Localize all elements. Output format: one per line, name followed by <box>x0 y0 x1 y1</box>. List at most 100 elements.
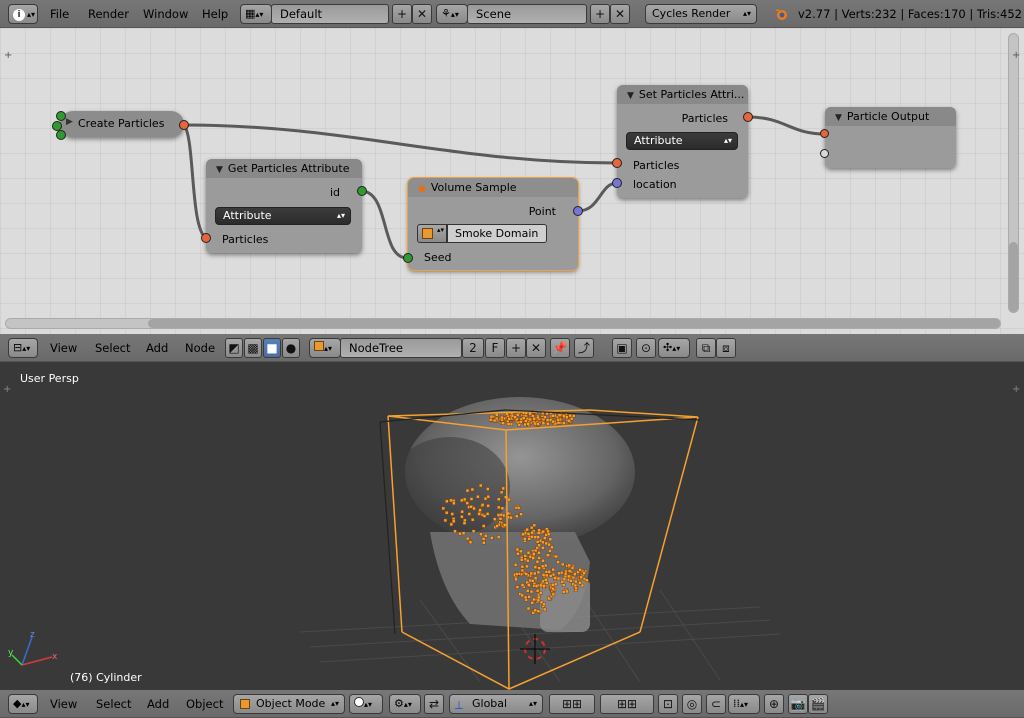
viewport-shading-select[interactable]: ▴▾ <box>349 694 383 714</box>
menu-file[interactable]: File <box>50 7 69 21</box>
collapse-arrow-icon[interactable]: ● <box>418 180 426 197</box>
particle <box>536 422 540 426</box>
node-particle-output[interactable]: ▼ Particle Output <box>825 107 956 168</box>
snap-magnet-icon[interactable]: ⊂ <box>706 694 726 714</box>
socket-empty-input[interactable] <box>820 149 829 158</box>
menu-add[interactable]: Add <box>147 697 169 711</box>
socket-particles-output[interactable] <box>743 112 753 122</box>
node-set-particles-attribute[interactable]: ▼ Set Particles Attri... Particles Attrib… <box>617 85 748 198</box>
menu-render[interactable]: Render <box>88 7 129 21</box>
scene-browse-button[interactable]: ⚘▴▾ <box>436 4 468 24</box>
object-field[interactable]: Smoke Domain <box>447 224 547 243</box>
snap-target-icon[interactable]: ⊕ <box>764 694 784 714</box>
lock-camera-icon[interactable]: ⊡ <box>658 694 678 714</box>
node-tree-name-field[interactable]: NodeTree <box>340 338 462 358</box>
shader-tree-icon[interactable]: ◩ <box>225 338 243 358</box>
area-split-plus-icon[interactable]: + <box>4 50 12 61</box>
editor-type-node-button[interactable]: ⊟▴▾ <box>8 338 38 358</box>
pivot-icon: ⚙ <box>394 697 404 710</box>
fake-user-toggle[interactable]: F <box>485 338 505 358</box>
area-split-plus-icon[interactable]: + <box>1012 50 1020 61</box>
node-editor-canvas[interactable]: ▶ Create Particles ▼ Get Particles Attrib… <box>0 28 1024 334</box>
attribute-select[interactable]: Attribute ▴▾ <box>626 132 738 150</box>
particle <box>541 529 545 534</box>
particle <box>496 513 501 517</box>
socket-seed-input[interactable] <box>403 253 413 263</box>
render-image-icon[interactable]: 📷 <box>788 694 808 714</box>
collapse-arrow-icon[interactable]: ▼ <box>216 161 223 178</box>
socket-particles-input[interactable] <box>820 129 829 138</box>
node-create-particles[interactable]: ▶ Create Particles <box>60 111 184 137</box>
layers-row-1[interactable]: ⊞⊞ <box>549 694 595 714</box>
socket-input[interactable] <box>56 130 66 140</box>
render-animation-icon[interactable]: 🎬 <box>808 694 828 714</box>
collapse-arrow-icon[interactable]: ▼ <box>835 109 842 126</box>
socket-location-input[interactable] <box>612 178 622 188</box>
menu-object[interactable]: Object <box>186 697 223 711</box>
world-tree-icon[interactable]: ● <box>282 338 300 358</box>
mode-select[interactable]: Object Mode ▴▾ <box>233 694 345 714</box>
particle <box>570 566 575 570</box>
remove-screen-close-icon[interactable]: ✕ <box>412 4 432 24</box>
screen-layout-browse-button[interactable]: ▦▴▾ <box>240 4 272 24</box>
transform-orientation-select[interactable]: ⟂ Global ▴▾ <box>449 694 543 714</box>
vertical-scrollbar-thumb[interactable] <box>1009 242 1018 312</box>
collapse-arrow-icon[interactable]: ▶ <box>66 117 73 127</box>
socket-particles-input[interactable] <box>201 233 211 243</box>
node-tree-browse-button[interactable]: ▴▾ <box>309 338 341 358</box>
menu-view[interactable]: View <box>50 697 77 711</box>
snap-toggle-icon[interactable]: ⊙ <box>636 338 656 358</box>
screen-layout-field[interactable]: Default <box>271 4 389 24</box>
particle <box>514 577 518 582</box>
node-volume-sample[interactable]: ● Volume Sample Point ▴▾ Smoke Domain See… <box>407 177 579 271</box>
menu-view[interactable]: View <box>50 341 77 355</box>
menu-window[interactable]: Window <box>143 7 188 21</box>
menu-add[interactable]: Add <box>146 341 168 355</box>
horizontal-scrollbar-track[interactable] <box>5 318 1001 329</box>
particle <box>513 563 518 567</box>
particle <box>532 523 537 528</box>
socket-particles-input[interactable] <box>612 158 622 168</box>
render-engine-select[interactable]: Cycles Render ▴▾ <box>645 4 757 24</box>
scene-field[interactable]: Scene <box>467 4 587 24</box>
vertical-scrollbar-track[interactable] <box>1008 33 1019 313</box>
menu-select[interactable]: Select <box>95 341 130 355</box>
snap-mode-select[interactable]: ✣▴▾ <box>658 338 690 358</box>
socket-particles-output[interactable] <box>179 120 189 130</box>
horizontal-scrollbar-thumb[interactable] <box>148 319 1000 328</box>
socket-input[interactable] <box>56 111 66 121</box>
area-split-plus-icon[interactable]: + <box>1012 384 1020 395</box>
texture-tree-icon[interactable]: ▩ <box>244 338 262 358</box>
menu-help[interactable]: Help <box>202 7 228 21</box>
new-node-tree-plus-icon[interactable]: + <box>506 338 526 358</box>
pivot-point-select[interactable]: ⚙▴▾ <box>389 694 421 714</box>
parent-tree-icon[interactable]: ⤴ <box>574 338 594 358</box>
layers-row-2[interactable]: ⊞⊞ <box>600 694 654 714</box>
remove-scene-close-icon[interactable]: ✕ <box>610 4 630 24</box>
attribute-select[interactable]: Attribute ▴▾ <box>215 207 351 225</box>
pin-icon[interactable]: 📌 <box>550 338 570 358</box>
particle <box>578 568 582 572</box>
object-browse-button[interactable]: ▴▾ <box>417 224 447 243</box>
users-count[interactable]: 2 <box>462 338 484 358</box>
collapse-arrow-icon[interactable]: ▼ <box>627 87 634 104</box>
unlink-close-icon[interactable]: ✕ <box>526 338 546 358</box>
3d-viewport[interactable]: z x y User Persp (76) Cylinder + + <box>0 362 1024 690</box>
editor-type-3d-button[interactable]: ◆▴▾ <box>8 694 38 714</box>
copy-nodes-icon[interactable]: ⧉ <box>696 338 716 358</box>
snap-element-select[interactable]: ⁞⁞▴▾ <box>728 694 760 714</box>
add-screen-plus-icon[interactable]: + <box>392 4 412 24</box>
backdrop-icon[interactable]: ▣ <box>612 338 632 358</box>
area-split-plus-icon[interactable]: + <box>3 384 11 395</box>
add-scene-plus-icon[interactable]: + <box>590 4 610 24</box>
editor-type-info-button[interactable]: i ▴▾ <box>8 4 38 24</box>
object-tree-icon[interactable]: ■ <box>263 338 281 358</box>
socket-point-output[interactable] <box>573 206 583 216</box>
paste-nodes-icon[interactable]: ⧈ <box>716 338 736 358</box>
socket-id-output[interactable] <box>357 186 367 196</box>
manipulator-toggle-icon[interactable]: ⇄ <box>424 694 444 714</box>
node-get-particles-attribute[interactable]: ▼ Get Particles Attribute id Attribute ▴▾ … <box>206 159 362 253</box>
menu-node[interactable]: Node <box>185 341 215 355</box>
menu-select[interactable]: Select <box>96 697 131 711</box>
proportional-edit-icon[interactable]: ◎ <box>682 694 702 714</box>
